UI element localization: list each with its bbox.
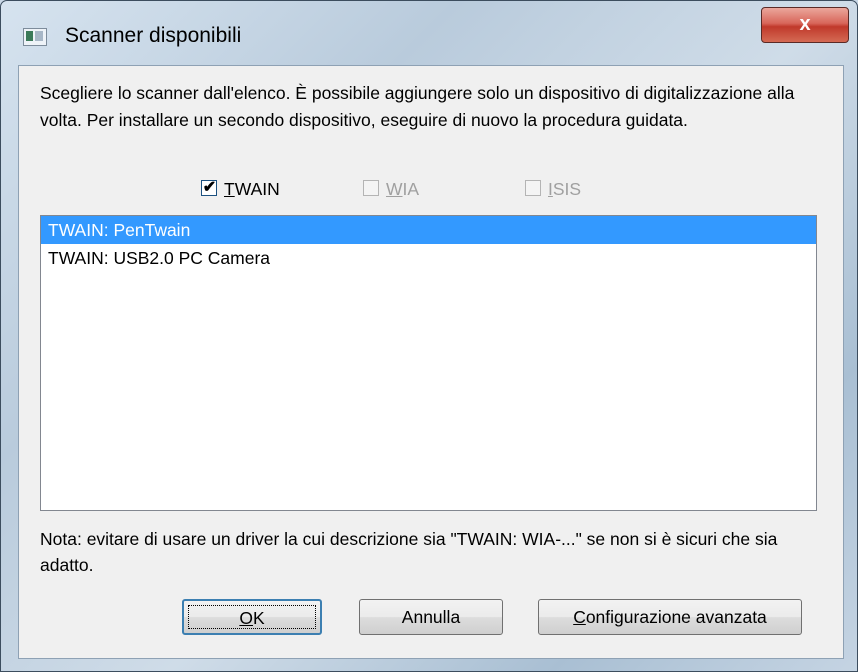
twain-checkbox-box[interactable]: ✔	[201, 179, 217, 196]
wia-checkbox-label: WIA	[386, 179, 420, 199]
cancel-button[interactable]: Annulla	[359, 599, 503, 635]
dialog-body: Scegliere lo scanner dall'elenco. È poss…	[18, 65, 844, 659]
close-button[interactable]: x	[761, 7, 849, 43]
instructions-text: Scegliere lo scanner dall'elenco. È poss…	[40, 83, 795, 130]
list-item-usb-camera[interactable]: TWAIN: USB2.0 PC Camera	[41, 244, 816, 272]
title-bar[interactable]: Scanner disponibili x	[1, 1, 857, 65]
scanner-app-icon	[23, 28, 47, 46]
ok-button[interactable]: OK	[182, 599, 322, 635]
isis-checkbox-box	[525, 180, 541, 196]
window-title: Scanner disponibili	[65, 24, 242, 47]
ok-button-label: OK	[188, 605, 316, 629]
wia-checkbox-box	[363, 180, 379, 196]
scanner-listbox[interactable]: TWAIN: PenTwain TWAIN: USB2.0 PC Camera	[40, 215, 817, 511]
list-item-pentwain[interactable]: TWAIN: PenTwain	[41, 216, 816, 244]
advanced-config-button[interactable]: Configurazione avanzata	[538, 599, 802, 635]
isis-checkbox-label: ISIS	[548, 179, 582, 199]
device-type-filters: ✔ TWAIN WIA ISIS	[19, 176, 843, 202]
warning-note: Nota: evitare di usare un driver la cui …	[40, 529, 778, 575]
check-mark-icon: ✔	[202, 179, 217, 196]
scanner-dialog-window: Scanner disponibili x Scegliere lo scann…	[0, 0, 858, 672]
twain-checkbox-label[interactable]: TWAIN	[224, 176, 280, 202]
